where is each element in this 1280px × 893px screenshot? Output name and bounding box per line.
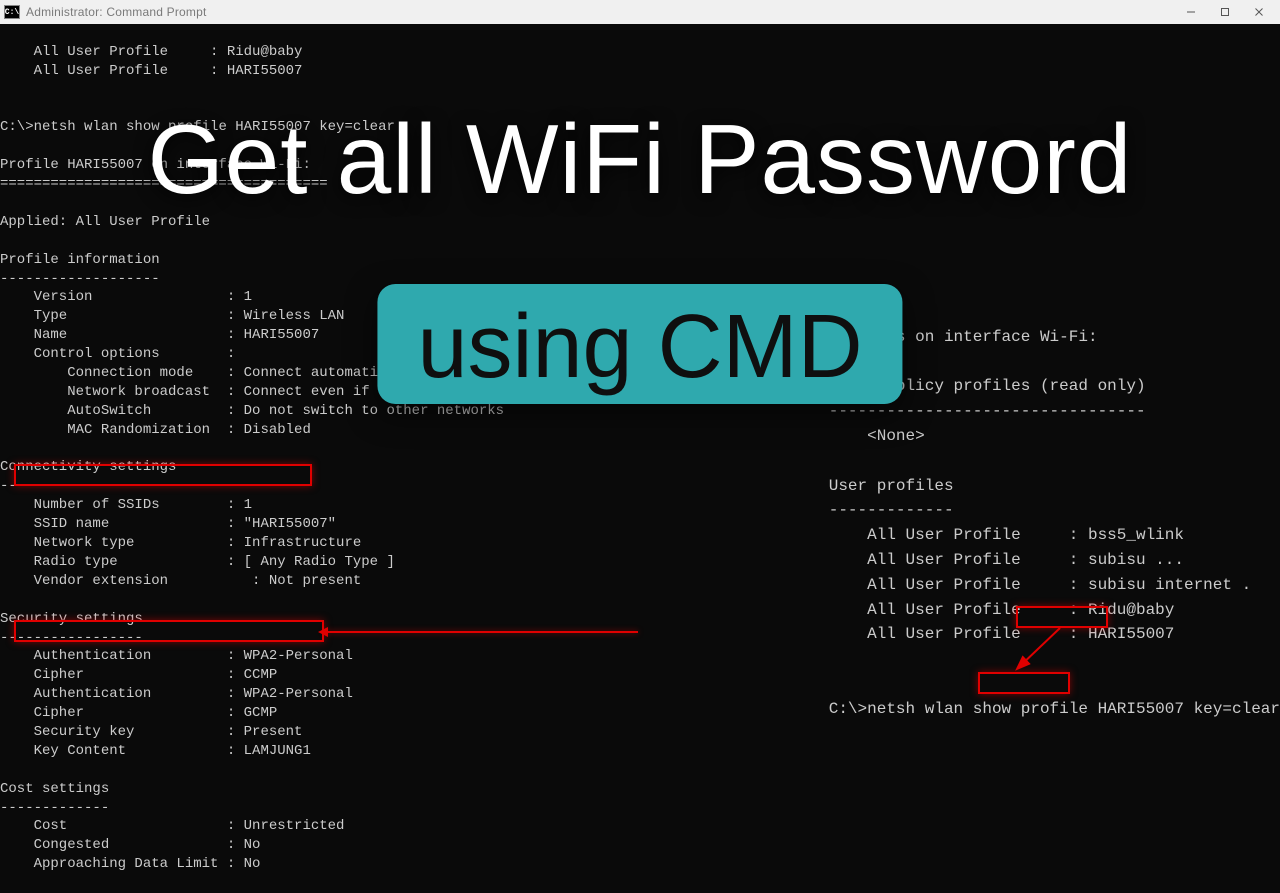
text-line: Network type : Infrastructure [0, 535, 361, 551]
text-line: Congested : No [0, 837, 260, 853]
divider: --------------------- [0, 478, 176, 494]
divider: ------------- [0, 800, 109, 816]
text-line: Profiles on interface Wi-Fi: [829, 328, 1098, 346]
prompt: C:\> [0, 119, 34, 135]
text-line: Connection mode : Connect automatically [0, 365, 420, 381]
text-line: Approaching Data Limit : No [0, 856, 260, 872]
divider: ------------------- [0, 271, 160, 287]
text-line: MAC Randomization : Disabled [0, 422, 311, 438]
divider: ======================================= [0, 176, 328, 192]
text-line: Security key : Present [0, 724, 302, 740]
text-line: All User Profile : Ridu@baby [0, 44, 302, 60]
window-title: Administrator: Command Prompt [26, 5, 1174, 19]
text-line: Cipher : GCMP [0, 705, 277, 721]
command-text: netsh wlan show profile HARI55007 key=cl… [34, 119, 395, 135]
window-controls [1174, 1, 1276, 23]
text-line: Name : HARI55007 [0, 327, 319, 343]
divider: --------------------------------- [829, 402, 1146, 420]
text-line: Vendor extension : Not present [0, 573, 361, 589]
text-line: All User Profile : bss5_wlink [829, 526, 1184, 544]
text-line: All User Profile : Ridu@baby [829, 601, 1175, 619]
divider: ----------------- [0, 630, 143, 646]
section-header: Profile information [0, 252, 160, 268]
terminal-area[interactable]: All User Profile : Ridu@baby All User Pr… [0, 24, 1280, 720]
section-header: Connectivity settings [0, 459, 176, 475]
text-line: SSID name : "HARI55007" [0, 516, 336, 532]
text-line: Network broadcast : Connect even if this… [0, 384, 647, 400]
section-header: User profiles [829, 477, 954, 495]
text-line: Group policy profiles (read only) [829, 377, 1146, 395]
section-header: Security settings [0, 611, 143, 627]
text-line: Radio type : [ Any Radio Type ] [0, 554, 395, 570]
annotation-arrow [324, 631, 638, 633]
text-line: Profile HARI55007 on interface Wi-Fi: [0, 157, 311, 173]
close-button[interactable] [1242, 1, 1276, 23]
text-line: All User Profile : HARI55007 [829, 625, 1175, 643]
text-line: Number of SSIDs : 1 [0, 497, 252, 513]
minimize-button[interactable] [1174, 1, 1208, 23]
text-line: Cipher : CCMP [0, 667, 277, 683]
text-line: Authentication : WPA2-Personal [0, 648, 353, 664]
text-line: AutoSwitch : Do not switch to other netw… [0, 403, 504, 419]
text-line: Type : Wireless LAN [0, 308, 344, 324]
right-terminal-output: Profiles on interface Wi-Fi: Group polic… [829, 300, 1280, 746]
cmd-icon: C:\ [4, 5, 20, 19]
prompt: C:\> [829, 700, 867, 718]
text-line: All User Profile : subisu internet . [829, 576, 1251, 594]
text-line: All User Profile : subisu ... [829, 551, 1184, 569]
text-line: All User Profile : HARI55007 [0, 63, 302, 79]
section-header: Cost settings [0, 781, 109, 797]
text-line: Version : 1 [0, 289, 252, 305]
divider: ------------- [829, 501, 954, 519]
left-terminal-output: All User Profile : Ridu@baby All User Pr… [0, 24, 647, 893]
window-titlebar: C:\ Administrator: Command Prompt [0, 0, 1280, 24]
text-line: Cost : Unrestricted [0, 818, 344, 834]
maximize-button[interactable] [1208, 1, 1242, 23]
command-text: netsh wlan show profile HARI55007 key=cl… [867, 700, 1280, 718]
text-line: Control options : [0, 346, 235, 362]
text-line: Key Content : LAMJUNG1 [0, 743, 311, 759]
text-line: Applied: All User Profile [0, 214, 210, 230]
text-line: Authentication : WPA2-Personal [0, 686, 353, 702]
text-line: <None> [829, 427, 925, 445]
